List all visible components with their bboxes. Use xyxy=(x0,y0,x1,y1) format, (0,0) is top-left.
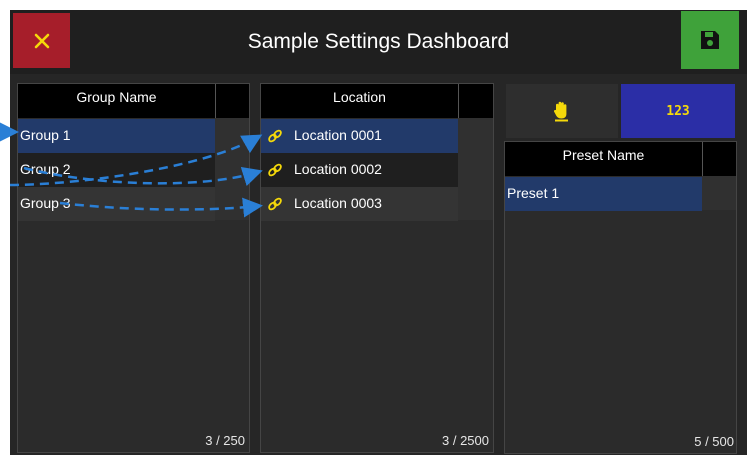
preset-name-header[interactable]: Preset Name xyxy=(505,142,702,176)
close-button[interactable] xyxy=(13,13,70,68)
group-row-label: Group 1 xyxy=(20,127,71,143)
numeric-mode-label: 123 xyxy=(666,103,690,119)
group-scroll-strip[interactable] xyxy=(215,118,249,220)
location-row-label: Location 0003 xyxy=(294,195,382,211)
close-icon xyxy=(34,33,49,48)
link-icon xyxy=(268,129,282,143)
link-icon xyxy=(268,163,282,177)
preset-area: 123 Preset Name Preset 1 5 / 500 xyxy=(504,83,747,455)
group-row[interactable]: Group 3 xyxy=(18,187,215,221)
dashboard-window: Sample Settings Dashboard Group Name Gro… xyxy=(10,10,747,455)
group-row[interactable]: Group 1 xyxy=(18,119,215,153)
location-row-label: Location 0001 xyxy=(294,127,382,143)
location-count: 3 / 2500 xyxy=(442,433,489,448)
preset-count: 5 / 500 xyxy=(694,434,734,449)
group-panel: Group Name Group 1 Group 2 Group 3 3 / 2… xyxy=(17,83,250,453)
location-row-label: Location 0002 xyxy=(294,161,382,177)
save-icon xyxy=(701,31,719,49)
preset-scroll-strip[interactable] xyxy=(702,176,736,210)
header-bar: Sample Settings Dashboard xyxy=(10,10,747,74)
location-row[interactable]: Location 0002 xyxy=(261,153,458,187)
link-icon xyxy=(268,197,282,211)
location-row[interactable]: Location 0003 xyxy=(261,187,458,221)
hand-icon xyxy=(553,101,568,122)
location-header-spacer xyxy=(458,84,493,118)
numeric-mode-button[interactable]: 123 xyxy=(621,84,735,138)
page-title: Sample Settings Dashboard xyxy=(247,30,510,53)
location-panel: Location Location 0001 Location 0002 Loc… xyxy=(260,83,494,453)
location-header[interactable]: Location xyxy=(261,84,458,118)
group-count: 3 / 250 xyxy=(205,433,245,448)
preset-header-spacer xyxy=(702,142,736,176)
location-row[interactable]: Location 0001 xyxy=(261,119,458,153)
preset-panel: Preset Name Preset 1 5 / 500 xyxy=(504,141,737,454)
preset-row-label: Preset 1 xyxy=(507,185,560,201)
group-row-label: Group 3 xyxy=(20,195,71,211)
group-row[interactable]: Group 2 xyxy=(18,153,215,187)
save-button[interactable] xyxy=(681,11,739,69)
group-header-spacer xyxy=(215,84,249,118)
manual-mode-button[interactable] xyxy=(506,84,618,138)
location-scroll-strip[interactable] xyxy=(458,118,493,220)
group-name-header[interactable]: Group Name xyxy=(18,84,215,118)
group-row-label: Group 2 xyxy=(20,161,71,177)
preset-row[interactable]: Preset 1 xyxy=(505,177,702,211)
